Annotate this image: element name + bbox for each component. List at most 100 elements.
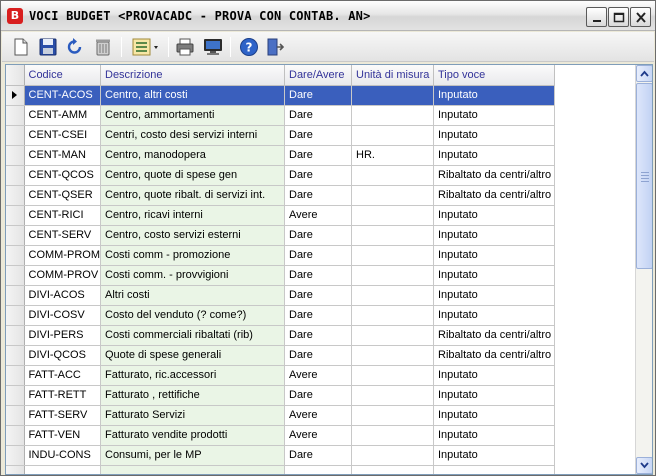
close-button[interactable] (630, 7, 651, 27)
cell-dare-avere[interactable]: Dare (284, 125, 352, 146)
exit-button[interactable] (264, 36, 286, 58)
row-indicator[interactable] (6, 265, 25, 286)
cell-dare-avere[interactable]: Dare (284, 265, 352, 286)
cell-tipo-voce[interactable]: Ribaltato da centri/altro (433, 165, 555, 186)
maximize-button[interactable] (608, 7, 629, 27)
cell-tipo-voce[interactable]: Inputato (433, 445, 555, 466)
cell-dare-avere[interactable]: Dare (284, 285, 352, 306)
row-indicator[interactable] (6, 225, 25, 246)
cell-descrizione[interactable]: Costo del venduto (? come?) (100, 305, 285, 326)
title-bar[interactable]: B VOCI BUDGET <PROVACADC - PROVA CON CON… (1, 1, 655, 31)
cell-tipo-voce[interactable]: Inputato (433, 385, 555, 406)
cell-tipo-voce[interactable]: Inputato (433, 225, 555, 246)
table-row[interactable]: CENT-AMM Centro, ammortamenti Dare Inputato (6, 105, 555, 126)
cell-unita-misura[interactable] (351, 445, 434, 466)
cell-unita-misura[interactable]: HR. (351, 145, 434, 166)
cell-dare-avere[interactable]: Dare (284, 165, 352, 186)
row-indicator[interactable] (6, 145, 25, 166)
cell-unita-misura[interactable] (351, 285, 434, 306)
cell-tipo-voce[interactable]: Inputato (433, 285, 555, 306)
cell-codice[interactable]: CENT-MAN (24, 145, 101, 166)
cell-dare-avere[interactable]: Avere (284, 205, 352, 226)
cell-tipo-voce[interactable]: Inputato (433, 265, 555, 286)
row-indicator[interactable] (6, 105, 25, 126)
cell-dare-avere[interactable] (284, 465, 352, 474)
table-row[interactable]: FATT-RETT Fatturato , rettifiche Dare Input… (6, 385, 555, 406)
view-options-dropdown[interactable] (130, 36, 162, 58)
cell-tipo-voce[interactable]: Inputato (433, 85, 555, 106)
scroll-up-button[interactable] (636, 65, 652, 82)
table-row[interactable]: CENT-QCOS Centro, quote di spese gen Dare R… (6, 165, 555, 186)
cell-descrizione[interactable]: Centro, quote ribalt. di servizi int. (100, 185, 285, 206)
cell-descrizione[interactable]: Fatturato vendite prodotti (100, 425, 285, 446)
table-row[interactable]: CENT-CSEI Centri, costo desi servizi inte… (6, 125, 555, 146)
cell-codice[interactable]: CENT-RICI (24, 205, 101, 226)
column-header-unita-misura[interactable]: Unità di misura (351, 65, 434, 86)
cell-unita-misura[interactable] (351, 305, 434, 326)
cell-dare-avere[interactable]: Dare (284, 325, 352, 346)
row-indicator[interactable] (6, 425, 25, 446)
cell-codice[interactable]: CENT-CSEI (24, 125, 101, 146)
cell-unita-misura[interactable] (351, 325, 434, 346)
table-row[interactable]: CENT-RICI Centro, ricavi interni Avere Inpu… (6, 205, 555, 226)
cell-dare-avere[interactable]: Dare (284, 245, 352, 266)
cell-codice[interactable]: CENT-QCOS (24, 165, 101, 186)
row-indicator[interactable] (6, 205, 25, 226)
cell-dare-avere[interactable]: Dare (284, 105, 352, 126)
cell-unita-misura[interactable] (351, 105, 434, 126)
cell-tipo-voce[interactable]: Inputato (433, 305, 555, 326)
cell-descrizione[interactable]: Consumi, per le MP (100, 445, 285, 466)
cell-unita-misura[interactable] (351, 365, 434, 386)
table-row[interactable]: CENT-SERV Centro, costo servizi esterni Da… (6, 225, 555, 246)
cell-descrizione[interactable]: Centri, costo desi servizi interni (100, 125, 285, 146)
cell-unita-misura[interactable] (351, 465, 434, 474)
cell-codice[interactable]: FATT-RETT (24, 385, 101, 406)
row-indicator[interactable] (6, 165, 25, 186)
table-row[interactable]: DIVI-COSV Costo del venduto (? come?) Dare… (6, 305, 555, 326)
cell-tipo-voce[interactable]: Inputato (433, 145, 555, 166)
cell-codice[interactable]: CENT-ACOS (24, 85, 101, 106)
cell-codice[interactable]: DIVI-QCOS (24, 345, 101, 366)
cell-codice[interactable]: DIVI-ACOS (24, 285, 101, 306)
cell-descrizione[interactable]: Quote di spese generali (100, 345, 285, 366)
cell-codice[interactable]: CENT-QSER (24, 185, 101, 206)
cell-dare-avere[interactable]: Dare (284, 345, 352, 366)
cell-tipo-voce[interactable]: Inputato (433, 425, 555, 446)
cell-descrizione[interactable]: Centro, costo servizi esterni (100, 225, 285, 246)
table-row[interactable]: INDU-CONS Consumi, per le MP Dare Inputato (6, 445, 555, 466)
row-indicator[interactable] (6, 445, 25, 466)
cell-descrizione[interactable]: Costi comm - promozione (100, 245, 285, 266)
column-header-dare-avere[interactable]: Dare/Avere (284, 65, 352, 86)
table-row[interactable]: COMM-PROM Costi comm - promozione Dare Inpu… (6, 245, 555, 266)
cell-unita-misura[interactable] (351, 405, 434, 426)
cell-codice[interactable]: CENT-AMM (24, 105, 101, 126)
cell-dare-avere[interactable]: Dare (284, 305, 352, 326)
table-row[interactable]: FATT-SERV Fatturato Servizi Avere Inputato (6, 405, 555, 426)
cell-tipo-voce[interactable] (433, 465, 555, 474)
row-indicator[interactable] (6, 345, 25, 366)
cell-descrizione[interactable]: Centro, ricavi interni (100, 205, 285, 226)
cell-unita-misura[interactable] (351, 345, 434, 366)
cell-codice[interactable]: COMM-PROM (24, 245, 101, 266)
cell-unita-misura[interactable] (351, 185, 434, 206)
column-header-descrizione[interactable]: Descrizione (100, 65, 285, 86)
print-button[interactable] (174, 36, 196, 58)
cell-dare-avere[interactable]: Avere (284, 365, 352, 386)
row-indicator[interactable] (6, 185, 25, 206)
cell-codice[interactable]: FATT-ACC (24, 365, 101, 386)
cell-descrizione[interactable]: Fatturato, ric.accessori (100, 365, 285, 386)
table-row[interactable] (6, 465, 555, 474)
row-indicator[interactable] (6, 385, 25, 406)
cell-tipo-voce[interactable]: Ribaltato da centri/altro (433, 325, 555, 346)
cell-codice[interactable]: DIVI-PERS (24, 325, 101, 346)
cell-codice[interactable]: CENT-SERV (24, 225, 101, 246)
cell-dare-avere[interactable]: Dare (284, 85, 352, 106)
cell-dare-avere[interactable]: Dare (284, 385, 352, 406)
minimize-button[interactable] (586, 7, 607, 27)
cell-unita-misura[interactable] (351, 205, 434, 226)
table-row[interactable]: FATT-VEN Fatturato vendite prodotti Avere I… (6, 425, 555, 446)
help-button[interactable]: ? (238, 36, 260, 58)
cell-tipo-voce[interactable]: Inputato (433, 205, 555, 226)
cell-descrizione[interactable] (100, 465, 285, 474)
cell-codice[interactable]: FATT-SERV (24, 405, 101, 426)
